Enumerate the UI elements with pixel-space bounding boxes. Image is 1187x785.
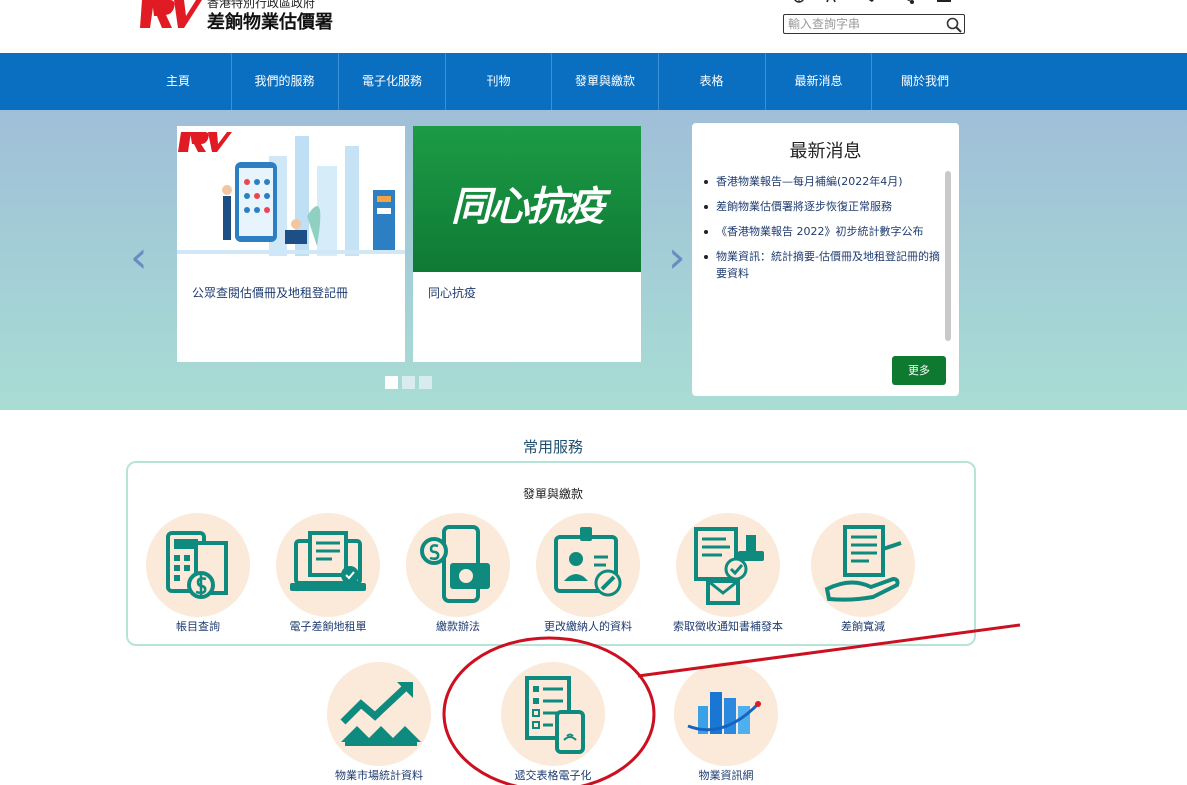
globe-icon[interactable] bbox=[792, 0, 806, 4]
calculator-bill-icon bbox=[166, 531, 228, 599]
rates-concession-button[interactable] bbox=[811, 513, 915, 617]
main-nav: 主頁 我們的服務 電子化服務 刊物 發單與繳款 表格 最新消息 關於我們 bbox=[0, 53, 1187, 110]
nav-item-billing-payment[interactable]: 發單與繳款 bbox=[552, 53, 658, 110]
change-payer-particulars-button[interactable] bbox=[536, 513, 640, 617]
payment-methods-button[interactable] bbox=[406, 513, 510, 617]
service-label[interactable]: 物業資訊網 bbox=[646, 767, 806, 783]
slide-caption: 同心抗疫 bbox=[428, 286, 477, 300]
phone-icon[interactable] bbox=[864, 0, 878, 4]
banner-slogan: 同心抗疫 bbox=[451, 183, 605, 230]
rv-logo[interactable] bbox=[140, 0, 202, 28]
news-item-3[interactable]: 《香港物業報告 2022》初步統計數字公布 bbox=[716, 223, 941, 240]
nav-item-e-services[interactable]: 電子化服務 bbox=[339, 53, 445, 110]
property-market-statistics-button[interactable] bbox=[327, 662, 431, 766]
news-bullet bbox=[704, 255, 708, 259]
account-enquiry-button[interactable] bbox=[146, 513, 250, 617]
share-icon[interactable] bbox=[901, 0, 915, 4]
nav-item-news[interactable]: 最新消息 bbox=[766, 53, 871, 110]
carousel-dot-2[interactable] bbox=[402, 376, 415, 389]
text-size-icon[interactable] bbox=[826, 0, 840, 4]
laptop-bill-icon bbox=[290, 531, 366, 591]
news-bullet bbox=[704, 205, 708, 209]
news-scrollbar[interactable] bbox=[945, 171, 951, 341]
news-title: 最新消息 bbox=[789, 141, 862, 162]
hand-document-icon bbox=[824, 525, 902, 602]
print-icon[interactable] bbox=[937, 0, 951, 4]
search-input[interactable] bbox=[784, 15, 950, 33]
duplicate-demand-note-button[interactable] bbox=[676, 513, 780, 617]
news-bullet bbox=[704, 180, 708, 184]
carousel-slide-2[interactable]: 同心抗疫 同心抗疫 bbox=[413, 126, 641, 362]
document-stamp-icon bbox=[694, 527, 764, 605]
property-information-online-button[interactable] bbox=[674, 662, 778, 766]
search-icon[interactable] bbox=[946, 17, 962, 33]
mobile-wallet-icon bbox=[420, 525, 490, 603]
more-news-button[interactable]: 更多 bbox=[892, 356, 946, 385]
service-label[interactable]: 更改繳納人的資料 bbox=[508, 618, 668, 634]
nav-item-publications[interactable]: 刊物 bbox=[446, 53, 551, 110]
department-name: 差餉物業估價署 bbox=[207, 12, 333, 33]
carousel-dot-3[interactable] bbox=[419, 376, 432, 389]
nav-item-forms[interactable]: 表格 bbox=[659, 53, 764, 110]
latest-news-panel: 最新消息 香港物業報告—每月補編(2022年4月) 差餉物業估價署將逐步恢復正常… bbox=[692, 123, 959, 396]
carousel-next-arrow[interactable]: › bbox=[668, 236, 686, 280]
news-item-1[interactable]: 香港物業報告—每月補編(2022年4月) bbox=[716, 173, 941, 190]
search-box bbox=[783, 14, 965, 34]
nav-item-home[interactable]: 主頁 bbox=[126, 53, 230, 110]
eform-mobile-icon bbox=[525, 676, 585, 754]
e-submission-forms-button[interactable] bbox=[501, 662, 605, 766]
service-label[interactable]: 遞交表格電子化 bbox=[473, 767, 633, 783]
id-card-edit-icon bbox=[554, 527, 622, 597]
carousel-slide-1[interactable]: 公眾查閱估價冊及地租登記冊 bbox=[177, 126, 405, 362]
carousel-prev-arrow[interactable]: ‹ bbox=[130, 236, 148, 280]
e-demand-note-button[interactable] bbox=[276, 513, 380, 617]
common-services-title: 常用服務 bbox=[522, 438, 583, 456]
service-label[interactable]: 差餉寬減 bbox=[783, 618, 943, 634]
news-item-2[interactable]: 差餉物業估價署將逐步恢復正常服務 bbox=[716, 198, 941, 215]
news-bullet bbox=[704, 230, 708, 234]
site-header: 香港特別行政區政府 差餉物業估價署 bbox=[0, 0, 1187, 53]
news-item-4[interactable]: 物業資訊：統計摘要-估價冊及地租登記冊的摘要資料 bbox=[716, 248, 941, 282]
nav-item-about-us[interactable]: 關於我們 bbox=[872, 53, 978, 110]
buildings-icon bbox=[687, 692, 762, 734]
carousel-dot-1[interactable] bbox=[385, 376, 398, 389]
house-chart-icon bbox=[340, 682, 421, 746]
service-label[interactable]: 物業市場統計資料 bbox=[299, 767, 459, 783]
nav-item-our-services[interactable]: 我們的服務 bbox=[232, 53, 337, 110]
anti-epidemic-banner: 同心抗疫 bbox=[413, 126, 641, 272]
valuation-list-illustration bbox=[177, 126, 405, 272]
slide-caption: 公眾查閱估價冊及地租登記冊 bbox=[192, 286, 349, 300]
group-title: 發單與繳款 bbox=[522, 487, 583, 501]
